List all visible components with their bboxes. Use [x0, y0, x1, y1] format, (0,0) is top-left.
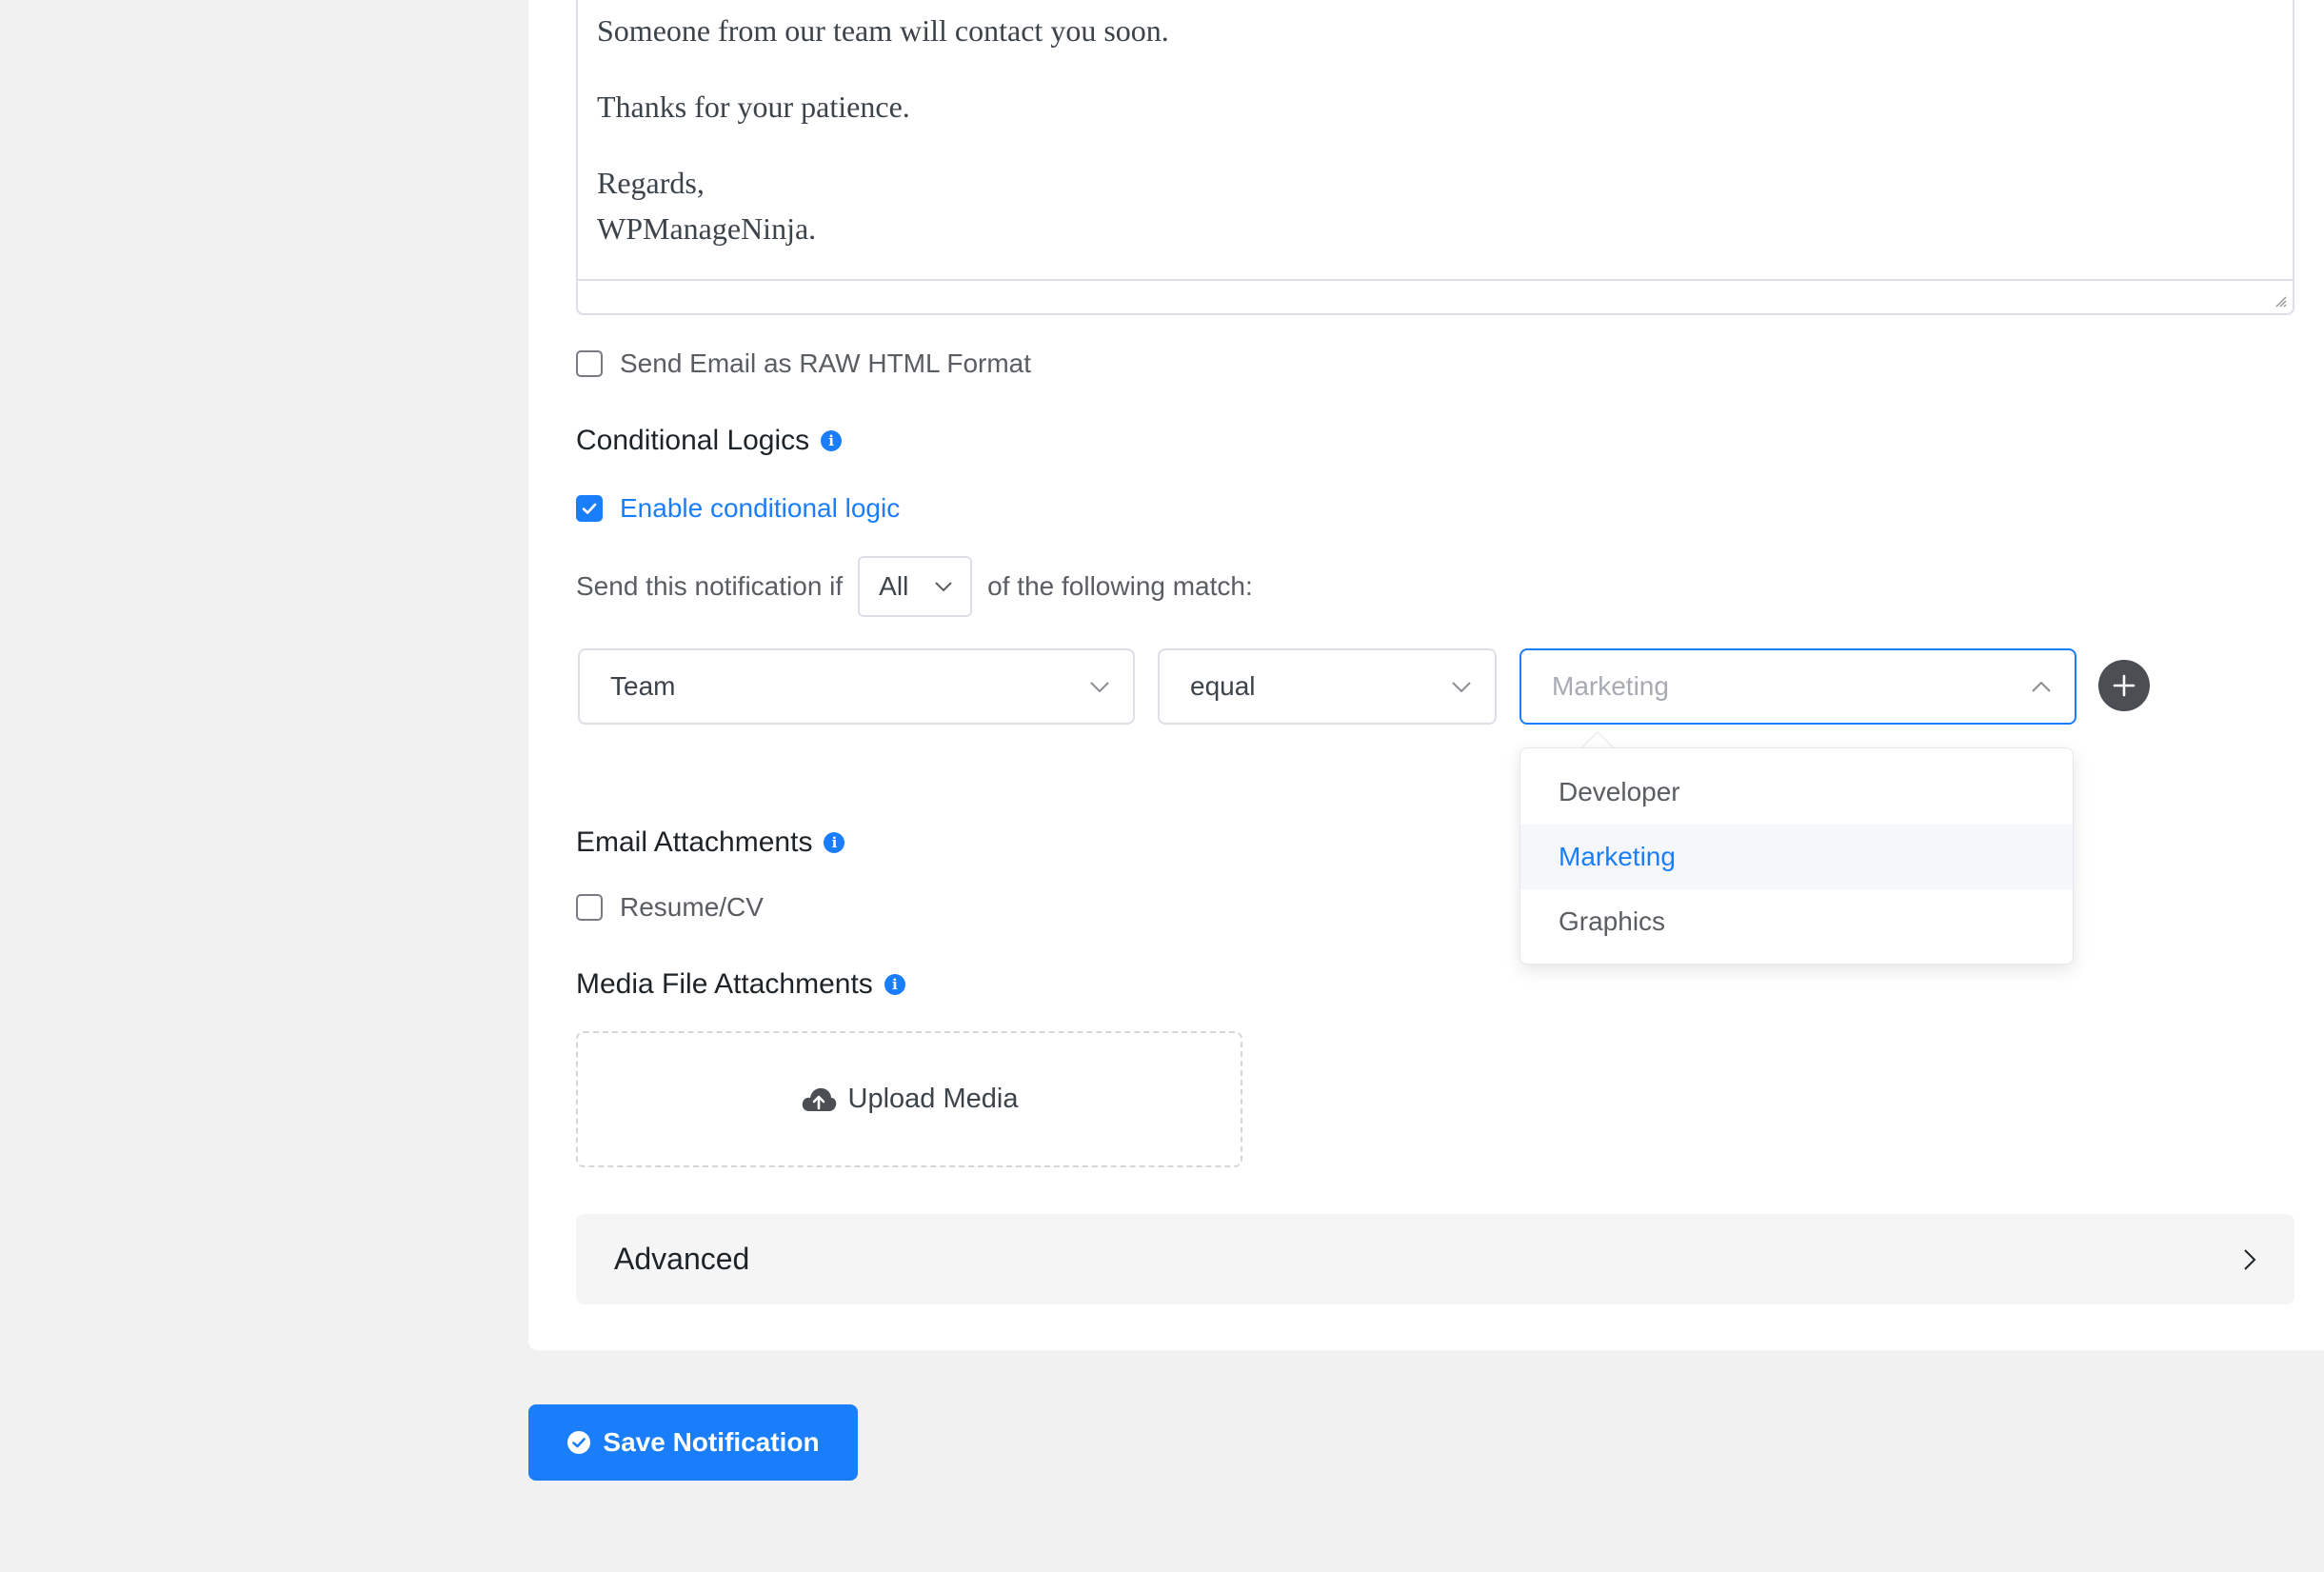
chevron-down-icon	[1090, 681, 1109, 692]
dropdown-option-graphics[interactable]: Graphics	[1520, 889, 2073, 954]
chevron-down-icon	[1452, 681, 1471, 692]
enable-conditional-option[interactable]: Enable conditional logic	[576, 493, 900, 524]
rule-field-select[interactable]: Team	[578, 648, 1135, 725]
resume-label: Resume/CV	[620, 892, 764, 922]
editor-content[interactable]: Someone from our team will contact you s…	[578, 0, 2293, 281]
check-icon	[582, 503, 597, 514]
section-title-text: Media File Attachments	[576, 968, 873, 1000]
match-prefix: Send this notification if	[576, 571, 844, 601]
match-type-value: All	[879, 571, 909, 601]
upload-media-dropzone[interactable]: Upload Media	[576, 1031, 1242, 1167]
resume-checkbox[interactable]	[576, 894, 603, 921]
section-title-text: Conditional Logics	[576, 425, 810, 456]
resize-grip-icon[interactable]	[2272, 292, 2287, 308]
section-title-text: Email Attachments	[576, 826, 813, 858]
add-rule-button[interactable]	[2098, 660, 2150, 711]
dropdown-option-marketing[interactable]: Marketing	[1520, 825, 2073, 889]
editor-line: Thanks for your patience.	[597, 90, 910, 124]
info-icon[interactable]: i	[884, 974, 905, 995]
email-attachments-title: Email Attachments i	[576, 826, 845, 859]
cloud-upload-icon	[802, 1087, 836, 1111]
info-icon[interactable]: i	[821, 430, 843, 451]
rule-value-select[interactable]: Marketing	[1520, 648, 2076, 725]
media-attachments-title: Media File Attachments i	[576, 968, 905, 1001]
save-label: Save Notification	[603, 1427, 820, 1457]
rule-value-dropdown: Developer Marketing Graphics	[1520, 747, 2074, 965]
match-condition-row: Send this notification if All of the fol…	[576, 556, 1253, 617]
rule-operator-select[interactable]: equal	[1158, 648, 1497, 725]
save-notification-button[interactable]: Save Notification	[528, 1404, 858, 1481]
enable-conditional-checkbox[interactable]	[576, 495, 603, 522]
editor-line: WPManageNinja.	[597, 211, 817, 246]
raw-html-label: Send Email as RAW HTML Format	[620, 348, 1032, 378]
editor-line: Regards,	[597, 166, 705, 200]
advanced-section-toggle[interactable]: Advanced	[576, 1214, 2294, 1304]
editor-line: Someone from our team will contact you s…	[597, 13, 1169, 48]
chevron-down-icon	[935, 582, 952, 592]
plus-icon	[2113, 674, 2135, 697]
upload-media-label: Upload Media	[847, 1084, 1019, 1114]
info-icon[interactable]: i	[824, 832, 845, 853]
advanced-label: Advanced	[614, 1242, 750, 1276]
rule-operator-value: equal	[1190, 671, 1256, 701]
match-suffix: of the following match:	[987, 571, 1253, 601]
match-type-select[interactable]: All	[858, 556, 973, 617]
rule-field-value: Team	[610, 671, 676, 701]
enable-conditional-label: Enable conditional logic	[620, 493, 901, 523]
chevron-up-icon	[2032, 681, 2051, 692]
chevron-right-icon	[2244, 1248, 2256, 1270]
check-circle-icon	[567, 1431, 591, 1454]
dropdown-option-developer[interactable]: Developer	[1520, 760, 2073, 825]
raw-html-option[interactable]: Send Email as RAW HTML Format	[576, 348, 1031, 379]
email-body-editor[interactable]: Someone from our team will contact you s…	[576, 0, 2294, 315]
conditional-logics-title: Conditional Logics i	[576, 425, 843, 457]
attachment-option-resume[interactable]: Resume/CV	[576, 892, 764, 923]
raw-html-checkbox[interactable]	[576, 350, 603, 377]
rule-value-placeholder: Marketing	[1552, 671, 1669, 701]
